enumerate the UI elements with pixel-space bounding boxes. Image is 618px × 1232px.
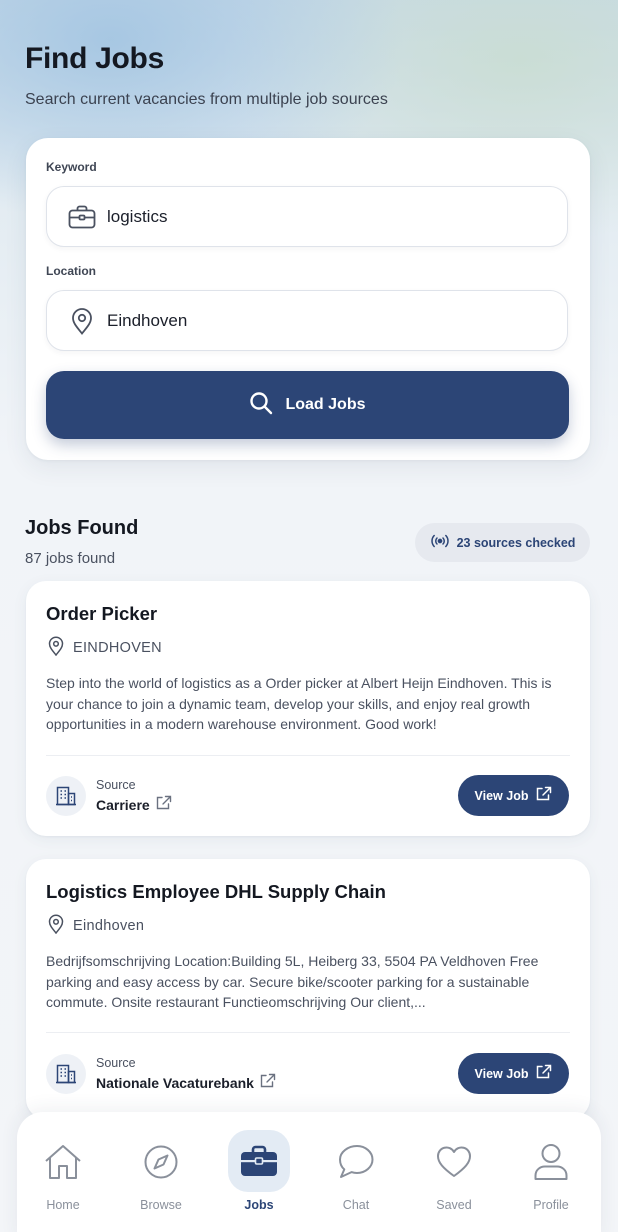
location-value: Eindhoven: [107, 310, 188, 330]
jobs-found-heading: Jobs Found: [25, 517, 139, 539]
tab-browse-label: Browse: [140, 1198, 182, 1212]
tab-saved-label: Saved: [436, 1198, 472, 1212]
job-location-text: Eindhoven: [73, 918, 145, 934]
keyword-value: logistics: [107, 206, 168, 226]
page-title: Find Jobs: [25, 42, 164, 75]
chat-icon: [336, 1142, 376, 1182]
external-link-icon: [156, 795, 172, 814]
view-job-button[interactable]: View Job: [458, 1053, 569, 1094]
location-label: Location: [46, 264, 96, 278]
source-label: Source: [96, 778, 136, 792]
source-label: Source: [96, 1056, 136, 1070]
search-icon: [249, 391, 273, 420]
broadcast-icon: [430, 534, 450, 551]
keyword-field[interactable]: logistics: [46, 186, 568, 247]
jobs-count: 87 jobs found: [25, 550, 116, 567]
divider: [46, 755, 570, 756]
sources-checked-badge: 23 sources checked: [415, 523, 590, 562]
location-field[interactable]: Eindhoven: [46, 290, 568, 351]
briefcase-icon: [228, 1130, 290, 1192]
tab-home-label: Home: [46, 1198, 80, 1212]
tab-chat-label: Chat: [342, 1198, 370, 1212]
tab-jobs[interactable]: Jobs: [210, 1112, 308, 1222]
location-pin-icon: [48, 914, 64, 938]
building-icon: [46, 776, 86, 816]
user-icon: [531, 1142, 571, 1182]
view-job-button[interactable]: View Job: [458, 775, 569, 816]
keyword-label: Keyword: [46, 160, 97, 174]
sources-checked-text: 23 sources checked: [456, 535, 576, 550]
tab-home[interactable]: Home: [14, 1112, 112, 1222]
job-description: Step into the world of logistics as a Or…: [46, 675, 552, 732]
source-link[interactable]: Carriere: [96, 795, 172, 814]
divider: [46, 1032, 570, 1033]
job-card[interactable]: Logistics Employee DHL Supply Chain Eind…: [26, 859, 590, 1119]
tab-chat[interactable]: Chat: [307, 1112, 405, 1222]
location-pin-icon: [48, 636, 64, 660]
source-name: Nationale Vacaturebank: [96, 1074, 254, 1091]
search-card: Keyword logistics Location Eindhoven Loa…: [26, 138, 590, 460]
external-link-icon: [536, 786, 552, 805]
page-subtitle: Search current vacancies from multiple j…: [25, 91, 388, 108]
external-link-icon: [536, 1064, 552, 1083]
find-jobs-screen: Find Jobs Search current vacancies from …: [0, 0, 618, 1232]
tab-profile-label: Profile: [533, 1198, 569, 1212]
heart-icon: [434, 1142, 474, 1182]
job-location-text: EINDHOVEN: [73, 640, 162, 656]
load-jobs-label: Load Jobs: [285, 396, 366, 413]
job-card[interactable]: Order Picker EINDHOVEN Step into the wor…: [26, 581, 590, 836]
briefcase-icon: [67, 202, 97, 232]
building-icon: [46, 1054, 86, 1094]
source-name: Carriere: [96, 796, 150, 813]
location-pin-icon: [67, 306, 97, 336]
tab-browse[interactable]: Browse: [112, 1112, 210, 1222]
job-title: Order Picker: [46, 603, 158, 624]
view-job-label: View Job: [474, 1066, 529, 1081]
job-location: EINDHOVEN: [48, 636, 162, 660]
home-icon: [43, 1142, 83, 1182]
load-jobs-button[interactable]: Load Jobs: [46, 371, 569, 439]
view-job-label: View Job: [474, 788, 529, 803]
tab-profile[interactable]: Profile: [502, 1112, 600, 1222]
bottom-tab-bar: Home Browse Jobs Chat Saved Profile: [17, 1112, 601, 1232]
job-title: Logistics Employee DHL Supply Chain: [46, 881, 386, 902]
tab-saved[interactable]: Saved: [405, 1112, 503, 1222]
source-link[interactable]: Nationale Vacaturebank: [96, 1073, 276, 1092]
tab-jobs-label: Jobs: [244, 1198, 274, 1212]
compass-icon: [141, 1142, 181, 1182]
job-location: Eindhoven: [48, 914, 144, 938]
job-description: Bedrijfsomschrijving Location:Building 5…: [46, 953, 539, 1010]
external-link-icon: [260, 1073, 276, 1092]
